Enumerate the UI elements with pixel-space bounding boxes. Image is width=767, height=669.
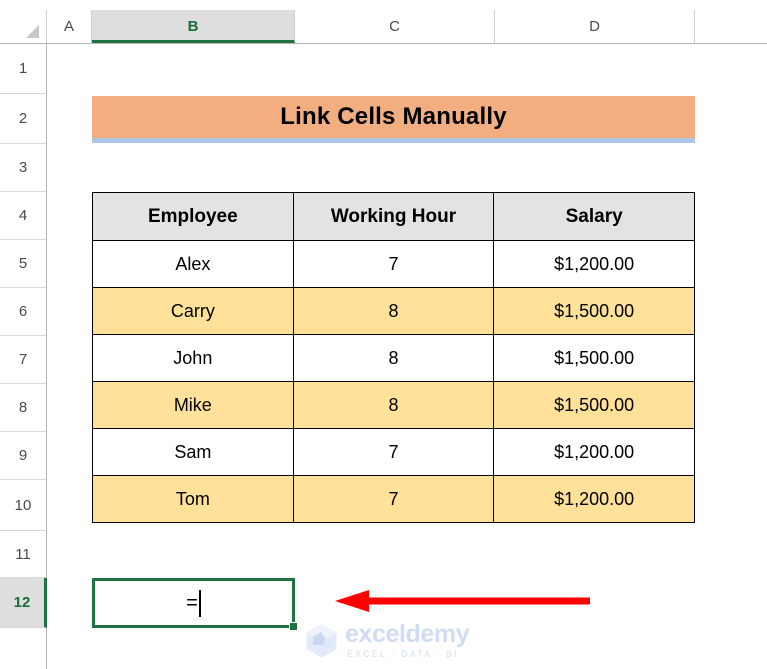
cell-working-hour[interactable]: 7	[292, 475, 495, 523]
watermark: exceldemy EXCEL · DATA · BI	[305, 620, 470, 659]
cell-employee[interactable]: Sam	[92, 428, 294, 476]
cell-working-hour[interactable]: 8	[292, 334, 495, 382]
cell-salary[interactable]: $1,200.00	[493, 428, 695, 476]
cell-employee[interactable]: John	[92, 334, 294, 382]
fill-handle[interactable]	[289, 622, 298, 631]
table-header-row: Employee Working Hour Salary	[92, 192, 695, 241]
cell-employee[interactable]: Tom	[92, 475, 294, 523]
row-header-3[interactable]: 3	[0, 144, 46, 192]
column-header-employee: Employee	[92, 192, 294, 241]
text-caret	[198, 589, 201, 617]
row-header-5[interactable]: 5	[0, 240, 46, 288]
row-header-10[interactable]: 10	[0, 480, 46, 531]
table-row[interactable]: Alex 7 $1,200.00	[92, 240, 695, 288]
table-row[interactable]: Tom 7 $1,200.00	[92, 475, 695, 523]
table-row[interactable]: Mike 8 $1,500.00	[92, 381, 695, 429]
active-cell-b12[interactable]: =	[92, 578, 295, 628]
column-header-b[interactable]: B	[92, 10, 295, 43]
formula-text: =	[186, 591, 198, 614]
watermark-name: exceldemy	[345, 620, 470, 648]
cell-employee[interactable]: Mike	[92, 381, 294, 429]
cell-working-hour[interactable]: 7	[292, 240, 495, 288]
column-header-d[interactable]: D	[495, 10, 695, 43]
row-header-1[interactable]: 1	[0, 44, 46, 94]
red-arrow-annotation	[335, 590, 590, 612]
select-all-corner[interactable]	[0, 10, 47, 43]
row-header-7[interactable]: 7	[0, 336, 46, 384]
column-header-c[interactable]: C	[295, 10, 495, 43]
row-header-bar: 1 2 3 4 5 6 7 8 9 10 11 12	[0, 44, 47, 669]
cell-salary[interactable]: $1,200.00	[493, 240, 695, 288]
page-title: Link Cells Manually	[280, 103, 507, 130]
row-header-4[interactable]: 4	[0, 192, 46, 240]
title-banner[interactable]: Link Cells Manually	[92, 96, 695, 143]
cell-employee[interactable]: Alex	[92, 240, 294, 288]
row-header-6[interactable]: 6	[0, 288, 46, 336]
spreadsheet-canvas: A B C D 1 2 3 4 5 6 7 8 9 10 11 12 Link …	[0, 0, 767, 669]
cell-working-hour[interactable]: 8	[292, 381, 495, 429]
column-header-a[interactable]: A	[47, 10, 92, 43]
column-header-bar: A B C D	[0, 10, 767, 44]
row-header-8[interactable]: 8	[0, 384, 46, 432]
column-header-salary: Salary	[493, 192, 695, 241]
cell-working-hour[interactable]: 8	[292, 287, 495, 335]
cell-working-hour[interactable]: 7	[292, 428, 495, 476]
row-header-2[interactable]: 2	[0, 94, 46, 144]
cell-salary[interactable]: $1,500.00	[493, 334, 695, 382]
active-cell-content: =	[186, 589, 201, 617]
cell-employee[interactable]: Carry	[92, 287, 294, 335]
select-all-triangle-icon	[26, 25, 39, 38]
employee-salary-table: Employee Working Hour Salary Alex 7 $1,2…	[92, 192, 695, 523]
row-header-11[interactable]: 11	[0, 531, 46, 578]
watermark-text: exceldemy EXCEL · DATA · BI	[345, 620, 470, 659]
table-row[interactable]: Sam 7 $1,200.00	[92, 428, 695, 476]
hexagon-logo-icon	[306, 624, 337, 658]
watermark-tagline: EXCEL · DATA · BI	[347, 649, 459, 659]
row-header-12[interactable]: 12	[0, 578, 47, 628]
cell-salary[interactable]: $1,200.00	[493, 475, 695, 523]
cell-salary[interactable]: $1,500.00	[493, 287, 695, 335]
cell-salary[interactable]: $1,500.00	[493, 381, 695, 429]
row-header-9[interactable]: 9	[0, 432, 46, 480]
table-row[interactable]: John 8 $1,500.00	[92, 334, 695, 382]
column-header-e[interactable]	[695, 10, 767, 43]
column-header-working-hour: Working Hour	[292, 192, 495, 241]
table-row[interactable]: Carry 8 $1,500.00	[92, 287, 695, 335]
